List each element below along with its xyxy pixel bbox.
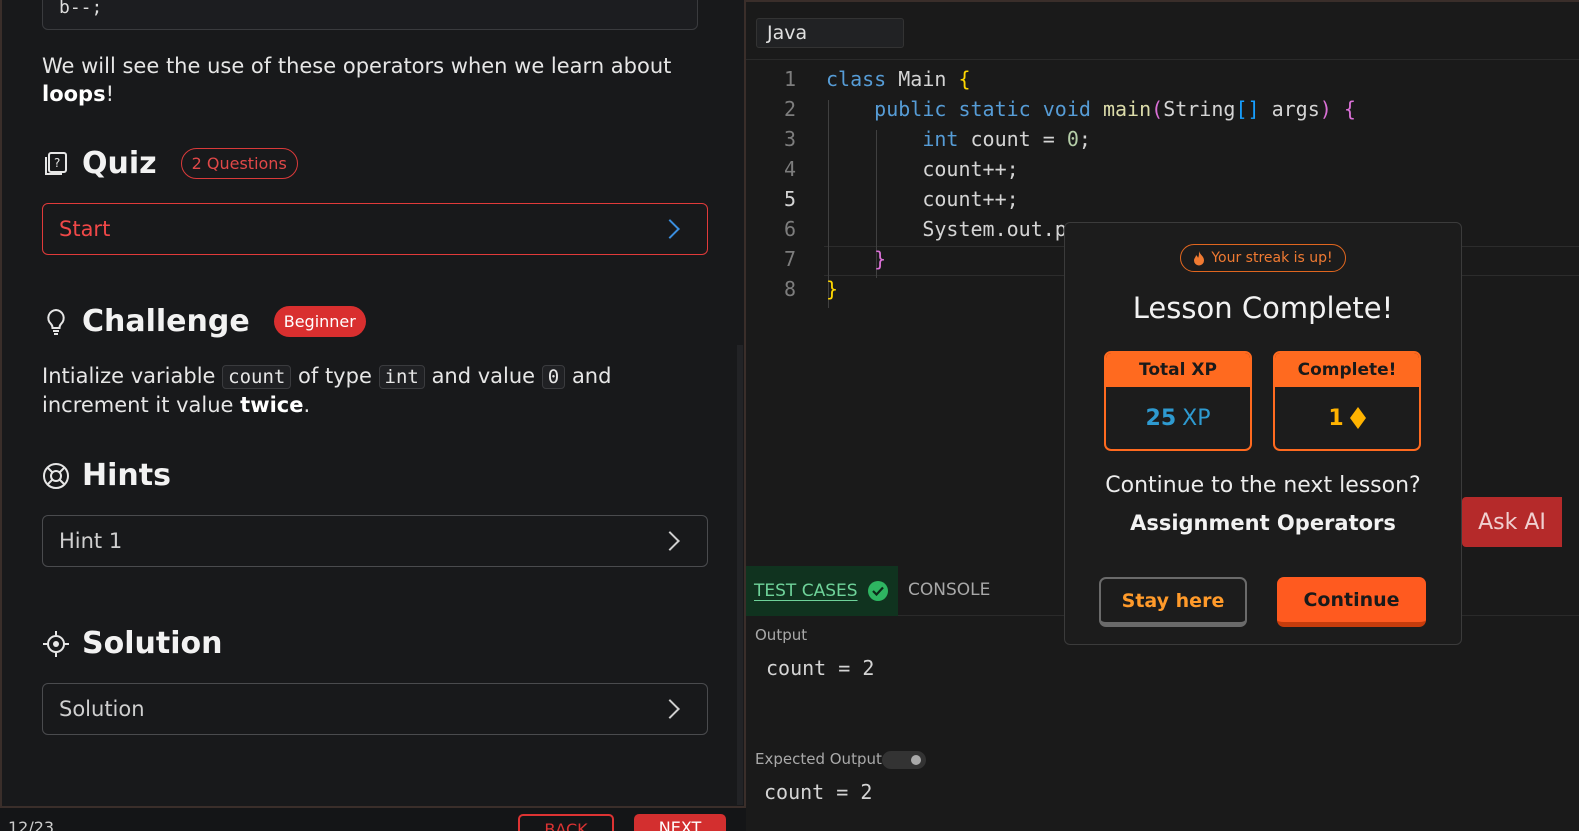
quiz-title: Quiz (82, 146, 157, 181)
intro-text: We will see the use of these operators w… (42, 54, 672, 78)
line-number: 2 (783, 97, 796, 121)
next-lesson-title: Assignment Operators (1130, 511, 1396, 535)
intro-end: ! (105, 82, 115, 106)
code-line: count++; (826, 187, 1019, 211)
expected-output-value: count = 2 (764, 780, 873, 804)
complete-card: Complete! 1 (1273, 351, 1421, 451)
streak-badge: Your streak is up! (1180, 244, 1346, 272)
svg-text:?: ? (54, 156, 60, 170)
expected-output-toggle[interactable] (882, 751, 926, 769)
challenge-code-2: int (378, 365, 425, 389)
stay-here-button[interactable]: Stay here (1099, 577, 1247, 627)
code-snippet: b--; (42, 0, 698, 30)
hints-title: Hints (82, 458, 171, 493)
ask-ai-button[interactable]: Ask AI (1462, 497, 1562, 547)
code-line: class Main { (826, 67, 971, 91)
challenge-code-3: 0 (541, 365, 566, 389)
challenge-code-1: count (222, 365, 292, 389)
hint-1-button[interactable]: Hint 1 (42, 515, 708, 567)
code-snippet-text: b--; (59, 0, 103, 18)
code-line: } (874, 247, 887, 271)
hints-header: Hints (42, 458, 171, 493)
quiz-count-badge: 2 Questions (180, 148, 298, 179)
output-value: count = 2 (766, 656, 875, 680)
quiz-start-label: Start (59, 217, 111, 241)
lesson-complete-modal: Your streak is up! Lesson Complete! Tota… (1064, 222, 1462, 645)
expected-output-label: Expected Output (755, 750, 882, 768)
challenge-bold: twice (240, 393, 304, 417)
line-number: 5 (783, 187, 796, 211)
diamond-icon (1349, 407, 1366, 429)
challenge-end: . (303, 393, 311, 417)
challenge-title: Challenge (82, 304, 250, 339)
intro-paragraph: We will see the use of these operators w… (42, 52, 702, 108)
lightbulb-icon (42, 308, 70, 336)
intro-bold: loops (42, 82, 106, 106)
quiz-icon: ? (42, 150, 70, 178)
lesson-panel: b--; We will see the use of these operat… (0, 0, 746, 808)
tab-test-cases[interactable]: TEST CASES (746, 566, 898, 616)
line-number: 3 (783, 127, 796, 151)
page-indicator: 12/23 (8, 818, 55, 831)
challenge-text-2: of type (298, 364, 372, 388)
code-line: System.out.p (826, 217, 1067, 241)
code-line: public static void main(String[] args) { (874, 97, 1356, 121)
tab-test-cases-label: TEST CASES (754, 581, 858, 601)
scrollbar[interactable] (737, 345, 743, 805)
lesson-footer: 12/23 BACK NEXT (0, 812, 746, 831)
challenge-text-1: Intialize variable (42, 364, 216, 388)
chevron-right-icon (660, 219, 680, 239)
total-xp-title: Total XP (1106, 353, 1250, 387)
quiz-header: ? Quiz 2 Questions (42, 146, 298, 181)
challenge-description: Intialize variable count of type int and… (42, 362, 702, 419)
lifebuoy-icon (42, 462, 70, 490)
line-number: 7 (783, 247, 796, 271)
language-bar: Java (746, 2, 1579, 60)
solution-title: Solution (82, 626, 223, 661)
code-line: int count = 0; (922, 127, 1091, 151)
solution-label: Solution (59, 697, 145, 721)
chevron-right-icon (660, 699, 680, 719)
gem-count: 1 (1328, 405, 1344, 431)
back-button[interactable]: BACK (518, 814, 614, 831)
flame-icon (1194, 250, 1205, 265)
total-xp-card: Total XP 25 XP (1104, 351, 1252, 451)
line-number: 8 (783, 277, 796, 301)
total-xp-unit: XP (1182, 405, 1211, 431)
streak-text: Your streak is up! (1211, 250, 1333, 266)
check-circle-icon (867, 581, 888, 601)
challenge-header: Challenge Beginner (42, 304, 366, 339)
next-button[interactable]: NEXT (634, 814, 726, 831)
language-select[interactable]: Java (756, 18, 904, 48)
line-number: 4 (783, 157, 796, 181)
chevron-right-icon (660, 531, 680, 551)
line-number: 6 (783, 217, 796, 241)
hint-1-label: Hint 1 (59, 529, 123, 553)
continue-question: Continue to the next lesson? (1105, 473, 1421, 498)
output-label: Output (755, 626, 808, 644)
difficulty-badge: Beginner (273, 306, 366, 337)
quiz-start-button[interactable]: Start (42, 203, 708, 255)
target-icon (42, 630, 70, 658)
code-line: } (826, 277, 839, 301)
solution-button[interactable]: Solution (42, 683, 708, 735)
modal-title: Lesson Complete! (1132, 291, 1394, 325)
line-number: 1 (783, 67, 796, 91)
continue-button[interactable]: Continue (1277, 577, 1426, 627)
total-xp-value: 25 (1145, 405, 1177, 431)
tab-console[interactable]: CONSOLE (908, 580, 990, 600)
code-line: count++; (826, 157, 1019, 181)
challenge-text-3: and value (431, 364, 536, 388)
complete-title: Complete! (1275, 353, 1419, 387)
solution-header: Solution (42, 626, 222, 661)
